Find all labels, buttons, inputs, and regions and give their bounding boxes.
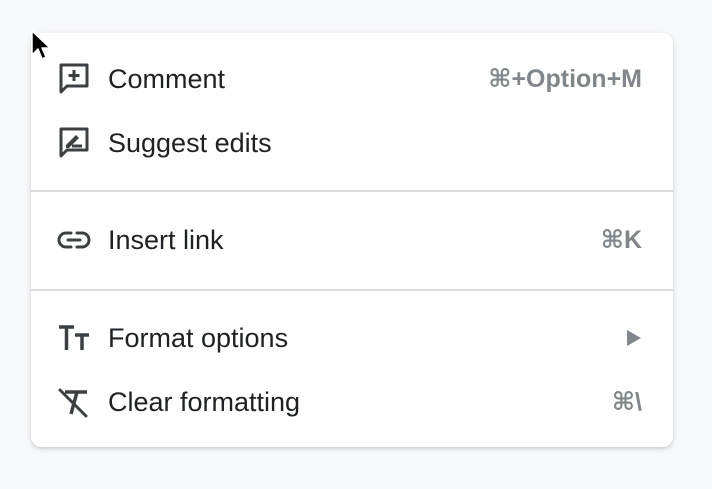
menu-item-label: Comment [108, 64, 226, 94]
stage: Comment ⌘+Option+M Suggest edits Insert … [0, 0, 712, 489]
menu-item-comment[interactable]: Comment ⌘+Option+M [31, 47, 673, 111]
menu-item-insert-link[interactable]: Insert link ⌘K [31, 208, 673, 272]
clear-formatting-icon [55, 383, 93, 421]
context-menu: Comment ⌘+Option+M Suggest edits Insert … [31, 33, 673, 447]
menu-item-label: Format options [108, 323, 289, 353]
menu-item-label: Clear formatting [108, 387, 301, 417]
add-comment-icon [55, 60, 93, 98]
text-format-icon [55, 319, 93, 357]
menu-divider [31, 289, 673, 291]
shortcut-label: ⌘+Option+M [488, 65, 642, 93]
mouse-pointer-icon [31, 30, 51, 60]
shortcut-label: ⌘\ [611, 388, 642, 416]
menu-item-clear-formatting[interactable]: Clear formatting ⌘\ [31, 370, 673, 434]
link-icon [55, 221, 93, 259]
menu-item-label: Suggest edits [108, 128, 272, 158]
submenu-arrow-icon [627, 330, 641, 346]
suggest-edits-icon [55, 124, 93, 162]
menu-item-label: Insert link [108, 225, 224, 255]
menu-item-format-options[interactable]: Format options [31, 306, 673, 370]
menu-divider [31, 190, 673, 192]
shortcut-label: ⌘K [600, 226, 642, 254]
menu-item-suggest-edits[interactable]: Suggest edits [31, 111, 673, 175]
